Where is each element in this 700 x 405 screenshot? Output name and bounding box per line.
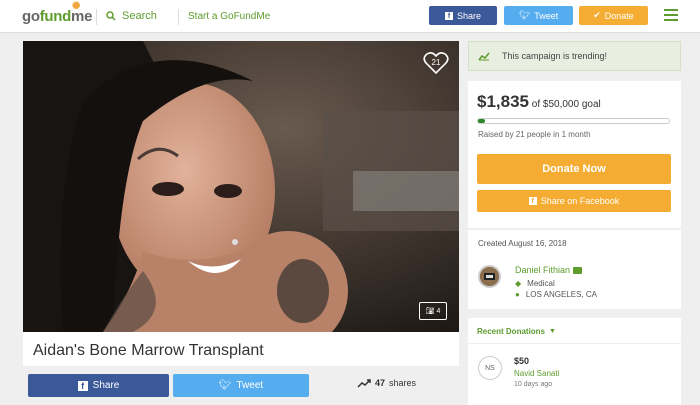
facebook-icon: f bbox=[444, 11, 453, 20]
trending-chart-icon bbox=[478, 52, 490, 61]
trending-banner: This campaign is trending! bbox=[468, 41, 681, 71]
trending-text: This campaign is trending! bbox=[502, 51, 608, 61]
share-fb-label: Share on Facebook bbox=[540, 196, 620, 206]
caret-down-icon: ▼ bbox=[549, 328, 556, 335]
share-on-facebook-button[interactable]: f Share on Facebook bbox=[477, 190, 671, 212]
camera-icon: 📷︎ bbox=[425, 308, 435, 315]
check-icon: ✔ bbox=[593, 10, 601, 20]
donation-amount: $50 bbox=[514, 356, 530, 366]
donor-name: Navid Sanati bbox=[514, 369, 560, 378]
raised-summary: $1,835 of $50,000 goal bbox=[477, 92, 601, 112]
divider bbox=[178, 9, 179, 25]
title-card: Aidan's Bone Marrow Transplant bbox=[23, 332, 459, 366]
photo-count: 4 bbox=[436, 307, 441, 315]
share-count: 47 shares bbox=[357, 378, 416, 388]
donate-now-button[interactable]: Donate Now bbox=[477, 154, 671, 184]
gofundme-logo[interactable]: gofundme ✺ bbox=[22, 1, 92, 25]
recent-donations-label: Recent Donations bbox=[477, 327, 546, 336]
goal-text: of $50,000 goal bbox=[531, 99, 601, 110]
donation-time: 10 days ago bbox=[514, 381, 553, 388]
category-label: Medical bbox=[527, 279, 555, 288]
donation-card: $1,835 of $50,000 goal Raised by 21 peop… bbox=[468, 81, 681, 228]
created-date: Created August 16, 2018 bbox=[478, 239, 567, 248]
share-label: Share bbox=[92, 380, 120, 391]
campaign-photo-image bbox=[23, 41, 459, 332]
header-tweet-button[interactable]: 🐦︎ Tweet bbox=[504, 6, 573, 25]
header-donate-button[interactable]: ✔ Donate bbox=[579, 6, 648, 25]
sun-icon: ✺ bbox=[72, 1, 81, 12]
organizer-category: ◆ Medical bbox=[515, 279, 555, 288]
progress-bar bbox=[477, 118, 670, 124]
trending-arrow-icon bbox=[357, 378, 371, 388]
organizer-location: ● LOS ANGELES, CA bbox=[515, 290, 597, 299]
search-label: Search bbox=[122, 10, 157, 22]
organizer-card: Created August 16, 2018 Daniel Fithian ◆… bbox=[468, 229, 681, 309]
avatar[interactable] bbox=[478, 265, 501, 288]
recent-donations-dropdown[interactable]: Recent Donations ▼ bbox=[477, 327, 556, 336]
twitter-icon: 🐦︎ bbox=[218, 380, 232, 391]
location-label: LOS ANGELES, CA bbox=[525, 290, 597, 299]
shares-label: shares bbox=[389, 378, 417, 388]
shares-number: 47 bbox=[375, 378, 386, 388]
page-title: Aidan's Bone Marrow Transplant bbox=[33, 342, 264, 359]
header-share-button[interactable]: f Share bbox=[429, 6, 497, 25]
share-label: Share bbox=[456, 10, 482, 21]
search-link[interactable]: Search bbox=[106, 10, 157, 22]
twitter-icon: 🐦︎ bbox=[518, 10, 531, 20]
heart-count: 21 bbox=[431, 58, 441, 67]
progress-fill bbox=[478, 119, 485, 123]
raised-amount: $1,835 bbox=[477, 92, 529, 111]
organizer-name: Daniel Fithian bbox=[515, 265, 571, 275]
map-pin-icon: ● bbox=[515, 290, 520, 299]
facebook-icon: f bbox=[528, 197, 537, 205]
logo-fund: fund bbox=[39, 8, 72, 25]
tag-icon: ◆ bbox=[515, 279, 522, 288]
tweet-label: Tweet bbox=[236, 380, 264, 391]
photo-gallery-button[interactable]: 📷︎ 4 bbox=[419, 302, 447, 320]
donate-label: Donate bbox=[604, 10, 634, 21]
share-facebook-button[interactable]: f Share bbox=[28, 374, 169, 397]
tweet-button[interactable]: 🐦︎ Tweet bbox=[173, 374, 309, 397]
envelope-icon[interactable] bbox=[573, 266, 583, 274]
logo-go: go bbox=[22, 8, 40, 25]
top-nav: gofundme ✺ Search Start a GoFundMe f Sha… bbox=[0, 0, 700, 33]
search-icon bbox=[106, 11, 116, 21]
campaign-photo[interactable]: 21 📷︎ 4 bbox=[23, 41, 459, 332]
raised-by-text: Raised by 21 people in 1 month bbox=[478, 130, 591, 139]
recent-donations-card: Recent Donations ▼ NS $50 Navid Sanati 1… bbox=[468, 318, 681, 405]
divider bbox=[96, 9, 97, 25]
hamburger-menu-icon[interactable] bbox=[664, 9, 678, 24]
organizer-name-link[interactable]: Daniel Fithian bbox=[515, 265, 583, 275]
donor-avatar: NS bbox=[478, 356, 502, 380]
tweet-label: Tweet bbox=[534, 10, 559, 21]
start-gofundme-link[interactable]: Start a GoFundMe bbox=[188, 11, 270, 22]
facebook-icon: f bbox=[77, 380, 88, 391]
divider bbox=[468, 343, 681, 344]
